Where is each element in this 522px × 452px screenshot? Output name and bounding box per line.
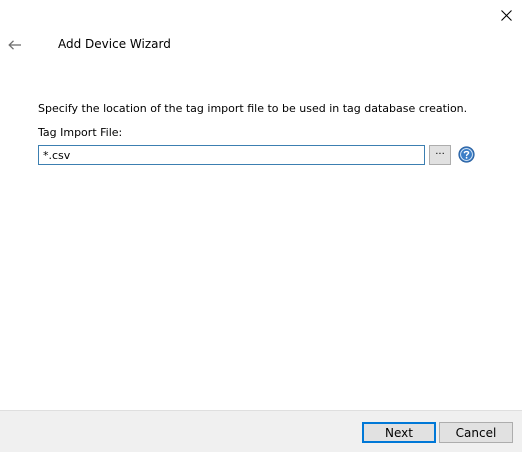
help-button[interactable] [458,146,475,163]
add-device-wizard-dialog: Add Device Wizard Specify the location o… [0,0,522,452]
help-icon [458,146,475,163]
tag-import-file-label: Tag Import File: [38,126,123,139]
next-button[interactable]: Next [362,422,436,443]
cancel-button[interactable]: Cancel [439,422,513,443]
tag-import-file-input[interactable] [38,145,425,165]
browse-button[interactable]: ... [429,145,451,165]
wizard-title: Add Device Wizard [58,37,171,51]
dialog-footer: Next Cancel [0,410,522,452]
back-arrow-icon [8,40,21,50]
close-icon [500,9,512,21]
back-button[interactable] [4,34,26,56]
close-button[interactable] [494,3,518,27]
instruction-text: Specify the location of the tag import f… [38,102,468,115]
